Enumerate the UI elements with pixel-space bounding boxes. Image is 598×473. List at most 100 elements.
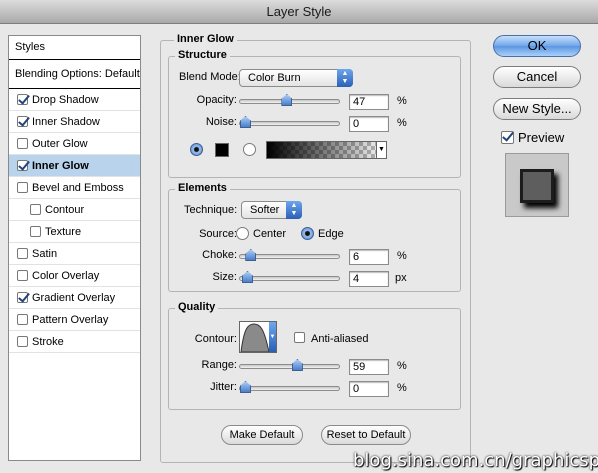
style-item-checkbox[interactable] (17, 270, 28, 281)
style-item-checkbox[interactable] (30, 226, 41, 237)
style-item-label: Satin (32, 247, 58, 260)
jitter-input[interactable]: 0 (349, 381, 389, 397)
solid-color-radio[interactable] (190, 143, 203, 156)
layer-style-dialog: Styles Blending Options: Default Drop Sh… (0, 24, 598, 473)
reset-to-default-button[interactable]: Reset to Default (321, 425, 411, 445)
blend-mode-value: Color Burn (248, 72, 301, 84)
style-item-checkbox[interactable] (30, 204, 41, 215)
glow-color-swatch[interactable] (215, 143, 229, 157)
opacity-label: Opacity: (196, 94, 237, 106)
style-item-label: Inner Glow (32, 159, 89, 172)
range-slider[interactable] (239, 359, 340, 371)
style-item-inner-glow[interactable]: Inner Glow (9, 155, 140, 177)
blend-mode-select[interactable]: Color Burn ▲ ▼ (239, 69, 353, 87)
anti-aliased-checkbox[interactable] (294, 332, 305, 343)
style-item-checkbox[interactable] (17, 116, 28, 127)
jitter-slider-thumb[interactable] (240, 381, 251, 393)
cancel-button[interactable]: Cancel (493, 66, 581, 88)
style-item-checkbox[interactable] (17, 292, 28, 303)
style-item-label: Gradient Overlay (32, 291, 116, 304)
choke-input[interactable]: 6 (349, 249, 389, 265)
opacity-input[interactable]: 47 (349, 94, 389, 110)
jitter-slider[interactable] (239, 381, 340, 393)
style-item-checkbox[interactable] (17, 314, 28, 325)
style-item-drop-shadow[interactable]: Drop Shadow (9, 89, 140, 111)
range-slider-thumb[interactable] (291, 359, 303, 371)
style-item-label: Contour (45, 203, 85, 216)
style-item-texture[interactable]: Texture (9, 221, 140, 243)
blend-mode-label: Blend Mode: (179, 71, 241, 83)
style-item-checkbox[interactable] (17, 336, 28, 347)
style-item-inner-shadow[interactable]: Inner Shadow (9, 111, 140, 133)
style-item-label: Bevel and Emboss (32, 181, 124, 194)
source-edge-label[interactable]: Edge (318, 228, 344, 240)
anti-aliased-label[interactable]: Anti-aliased (311, 333, 368, 345)
noise-slider[interactable] (239, 116, 340, 128)
select-arrows-icon: ▲ ▼ (286, 201, 302, 219)
style-item-checkbox[interactable] (17, 160, 28, 171)
noise-input[interactable]: 0 (349, 116, 389, 132)
choke-slider[interactable] (239, 249, 340, 261)
style-item-label: Color Overlay (32, 269, 100, 282)
noise-label: Noise: (205, 116, 237, 128)
style-item-bevel-and-emboss[interactable]: Bevel and Emboss (9, 177, 140, 199)
contour-picker[interactable]: ▼ (239, 321, 277, 353)
glow-gradient-picker[interactable]: ▼ (266, 141, 387, 159)
style-item-color-overlay[interactable]: Color Overlay (9, 265, 140, 287)
new-style-button[interactable]: New Style... (493, 98, 581, 120)
style-item-checkbox[interactable] (17, 94, 28, 105)
ok-button[interactable]: OK (493, 35, 581, 57)
technique-label: Technique: (184, 204, 238, 216)
window-titlebar: Layer Style (0, 0, 598, 24)
style-item-contour[interactable]: Contour (9, 199, 140, 221)
noise-unit: % (397, 117, 407, 129)
styles-list: Styles Blending Options: Default Drop Sh… (8, 35, 141, 461)
source-edge-radio[interactable] (301, 227, 314, 240)
contour-curve-icon (240, 323, 270, 352)
make-default-button[interactable]: Make Default (221, 425, 303, 445)
choke-label: Choke: (202, 249, 237, 261)
style-item-label: Stroke (32, 335, 64, 348)
gradient-dropdown-icon[interactable]: ▼ (376, 141, 387, 159)
contour-dropdown-icon[interactable]: ▼ (269, 322, 276, 352)
style-item-pattern-overlay[interactable]: Pattern Overlay (9, 309, 140, 331)
opacity-slider[interactable] (239, 94, 340, 106)
style-item-checkbox[interactable] (17, 138, 28, 149)
size-slider[interactable] (239, 271, 340, 283)
blending-options-item[interactable]: Blending Options: Default (9, 62, 140, 89)
gradient-radio[interactable] (243, 143, 256, 156)
styles-list-header[interactable]: Styles (9, 36, 140, 60)
select-arrows-icon: ▲ ▼ (337, 69, 353, 87)
style-item-label: Inner Shadow (32, 115, 100, 128)
size-input[interactable]: 4 (349, 271, 389, 287)
source-center-label[interactable]: Center (253, 228, 286, 240)
watermark: blog.sina.com.cn/graphicspy (353, 450, 598, 471)
style-item-outer-glow[interactable]: Outer Glow (9, 133, 140, 155)
style-item-checkbox[interactable] (17, 182, 28, 193)
style-item-stroke[interactable]: Stroke (9, 331, 140, 353)
noise-slider-thumb[interactable] (240, 116, 251, 128)
inner-glow-title: Inner Glow (174, 33, 237, 45)
style-item-gradient-overlay[interactable]: Gradient Overlay (9, 287, 140, 309)
choke-unit: % (397, 250, 407, 262)
inner-glow-group: Inner Glow Structure Blend Mode: Color B… (160, 33, 471, 463)
style-item-label: Outer Glow (32, 137, 88, 150)
range-unit: % (397, 360, 407, 372)
opacity-slider-thumb[interactable] (281, 94, 293, 106)
technique-select[interactable]: Softer ▲ ▼ (241, 201, 302, 219)
preview-checkbox[interactable] (501, 131, 514, 144)
preview-label[interactable]: Preview (518, 130, 564, 145)
jitter-unit: % (397, 382, 407, 394)
elements-title: Elements (175, 182, 230, 194)
jitter-label: Jitter: (210, 381, 237, 393)
size-slider-thumb[interactable] (242, 271, 253, 283)
style-item-checkbox[interactable] (17, 248, 28, 259)
source-center-radio[interactable] (236, 227, 249, 240)
contour-label: Contour: (194, 333, 237, 345)
choke-slider-thumb[interactable] (245, 249, 257, 261)
range-label: Range: (201, 359, 237, 371)
range-input[interactable]: 59 (349, 359, 389, 375)
style-item-satin[interactable]: Satin (9, 243, 140, 265)
style-item-label: Drop Shadow (32, 93, 99, 106)
size-label: Size: (212, 271, 237, 283)
